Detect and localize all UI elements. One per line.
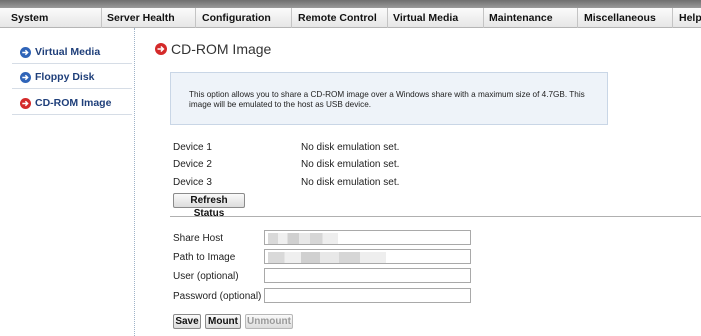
menu-virtual-media[interactable]: Virtual Media <box>393 8 458 28</box>
mount-button[interactable]: Mount <box>205 314 241 329</box>
circle-arrow-icon <box>20 47 31 58</box>
menu-separator <box>101 8 102 28</box>
menu-help[interactable]: Help <box>679 8 701 28</box>
password-label: Password (optional) <box>173 291 262 302</box>
redacted-value <box>268 252 386 263</box>
redacted-value <box>268 233 338 244</box>
device-label: Device 1 <box>173 142 212 153</box>
info-text: This option allows you to share a CD-ROM… <box>189 90 585 109</box>
share-host-label: Share Host <box>173 233 224 244</box>
menu-separator <box>195 8 196 28</box>
device-status: No disk emulation set. <box>301 177 400 188</box>
menu-miscellaneous[interactable]: Miscellaneous <box>584 8 656 28</box>
menu-remote-control[interactable]: Remote Control <box>298 8 377 28</box>
device-label: Device 2 <box>173 159 212 170</box>
sidebar-item-label: Floppy Disk <box>35 71 95 83</box>
menu-configuration[interactable]: Configuration <box>202 8 271 28</box>
user-input[interactable] <box>264 268 471 283</box>
password-input[interactable] <box>264 288 471 303</box>
device-label: Device 3 <box>173 177 212 188</box>
path-to-image-input[interactable] <box>264 249 471 264</box>
user-label: User (optional) <box>173 271 239 282</box>
save-button[interactable]: Save <box>173 314 201 329</box>
circle-arrow-icon <box>20 72 31 83</box>
unmount-button[interactable]: Unmount <box>245 314 293 329</box>
menu-separator <box>387 8 388 28</box>
sidebar-item-label: CD-ROM Image <box>35 97 112 109</box>
device-status: No disk emulation set. <box>301 142 400 153</box>
sidebar-item-label: Virtual Media <box>35 46 101 58</box>
page-title: CD-ROM Image <box>171 41 272 57</box>
circle-arrow-icon <box>20 98 31 109</box>
menu-separator <box>672 8 673 28</box>
menu-maintenance[interactable]: Maintenance <box>489 8 553 28</box>
sidebar-divider <box>134 28 135 336</box>
circle-arrow-icon <box>155 43 167 55</box>
device-status: No disk emulation set. <box>301 159 400 170</box>
menu-system[interactable]: System <box>11 8 48 28</box>
sidebar-item-virtual-media[interactable]: Virtual Media <box>12 42 132 64</box>
menu-separator <box>577 8 578 28</box>
share-host-input[interactable] <box>264 230 471 245</box>
menu-server-health[interactable]: Server Health <box>107 8 175 28</box>
main-menu-bar: System Server Health Configuration Remot… <box>0 8 701 28</box>
menu-separator <box>291 8 292 28</box>
sidebar-item-floppy-disk[interactable]: Floppy Disk <box>12 67 132 89</box>
sidebar-item-cd-rom-image[interactable]: CD-ROM Image <box>12 93 132 115</box>
top-strip <box>0 0 701 8</box>
section-divider <box>170 216 701 217</box>
path-to-image-label: Path to Image <box>173 252 236 263</box>
refresh-status-button[interactable]: Refresh Status <box>173 193 245 219</box>
menu-separator <box>483 8 484 28</box>
info-box: This option allows you to share a CD-ROM… <box>170 72 608 125</box>
